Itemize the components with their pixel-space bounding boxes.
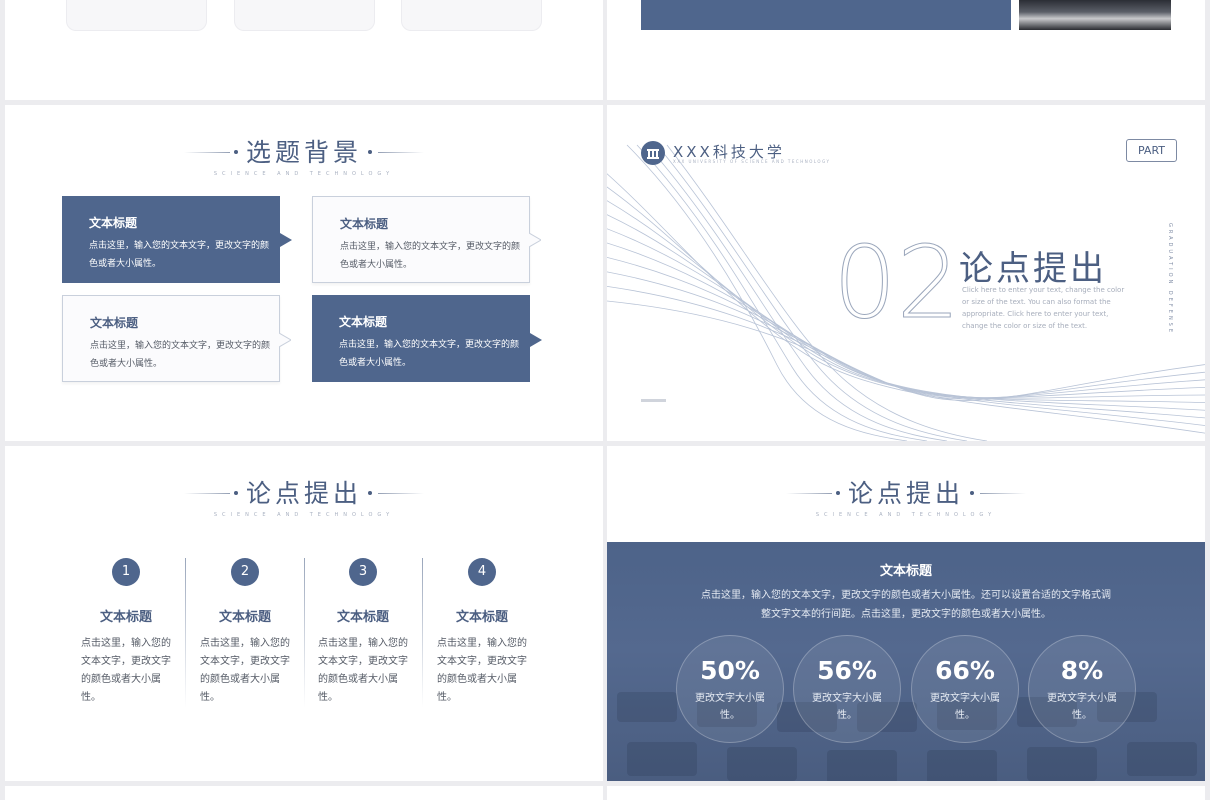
stat-label: 更改文字大小属性。 bbox=[1047, 693, 1117, 721]
stat-label: 更改文字大小属性。 bbox=[812, 693, 882, 721]
stat-percent: 8% bbox=[1060, 656, 1104, 685]
side-vertical-text: GRADUATION DEFENSE bbox=[1167, 223, 1173, 336]
stat-label: 更改文字大小属性。 bbox=[930, 693, 1000, 721]
pointer-arrow bbox=[279, 333, 291, 347]
number-badge: 4 bbox=[468, 558, 496, 586]
number-badge: 3 bbox=[349, 558, 377, 586]
column-body: 点击这里，输入您的文本文字，更改文字的颜色或者大小属性。 bbox=[437, 638, 527, 703]
box-title: 文本标题 bbox=[90, 316, 139, 330]
section-heading: 选题背景 SCIENCE AND TECHNOLOGY bbox=[5, 133, 603, 177]
section-subtitle: SCIENCE AND TECHNOLOGY bbox=[815, 512, 997, 518]
panel-description: 点击这里，输入您的文本文字，更改文字的颜色或者大小属性。还可以设置合适的文字格式… bbox=[701, 590, 1111, 620]
stat-percent: 50% bbox=[700, 656, 760, 685]
text-box-4: 文本标题 点击这里，输入您的文本文字，更改文字的颜色或者大小属性。 bbox=[312, 295, 530, 382]
number-badge: 1 bbox=[112, 558, 140, 586]
photo-stub bbox=[1019, 0, 1171, 30]
stat-circle-1: 50% 更改文字大小属性。 bbox=[676, 635, 784, 743]
box-body: 点击这里，输入您的文本文字，更改文字的颜色或者大小属性。 bbox=[89, 241, 270, 269]
stat-circle-3: 66% 更改文字大小属性。 bbox=[911, 635, 1019, 743]
text-box-3: 文本标题 点击这里，输入您的文本文字，更改文字的颜色或者大小属性。 bbox=[62, 295, 280, 382]
section-title: 论点提出 bbox=[847, 479, 964, 508]
part-number: 02 bbox=[832, 224, 961, 341]
section-subtitle: SCIENCE AND TECHNOLOGY bbox=[213, 512, 395, 518]
section-heading: 论点提出 SCIENCE AND TECHNOLOGY bbox=[607, 474, 1205, 518]
card-stub bbox=[234, 0, 375, 31]
box-body: 点击这里，输入您的文本文字，更改文字的颜色或者大小属性。 bbox=[339, 340, 520, 368]
part-label[interactable]: PART bbox=[1126, 139, 1177, 162]
stats-panel: 文本标题 点击这里，输入您的文本文字，更改文字的颜色或者大小属性。还可以设置合适… bbox=[607, 542, 1205, 781]
panel-title: 文本标题 bbox=[879, 564, 932, 579]
slide-partial-top-left[interactable] bbox=[5, 0, 603, 100]
blue-banner-stub bbox=[641, 0, 1011, 30]
stat-label: 更改文字大小属性。 bbox=[695, 693, 765, 721]
slide-points-stats[interactable]: 论点提出 SCIENCE AND TECHNOLOGY 文本标题 点击这里，输入… bbox=[607, 446, 1205, 781]
box-body: 点击这里，输入您的文本文字，更改文字的颜色或者大小属性。 bbox=[340, 242, 521, 270]
text-box-2: 文本标题 点击这里，输入您的文本文字，更改文字的颜色或者大小属性。 bbox=[312, 196, 530, 283]
stat-circle-4: 8% 更改文字大小属性。 bbox=[1028, 635, 1136, 743]
box-title: 文本标题 bbox=[339, 315, 388, 329]
point-column-4: 4 文本标题 点击这里，输入您的文本文字，更改文字的颜色或者大小属性。 bbox=[423, 558, 541, 707]
slide-partial-bottom-left[interactable] bbox=[5, 786, 603, 800]
column-title: 文本标题 bbox=[336, 610, 389, 625]
pointer-arrow bbox=[280, 233, 292, 247]
point-column-2: 2 文本标题 点击这里，输入您的文本文字，更改文字的颜色或者大小属性。 bbox=[186, 558, 304, 707]
column-title: 文本标题 bbox=[455, 610, 508, 625]
university-building-icon bbox=[641, 141, 665, 165]
school-subtitle: XXX UNIVERSITY OF SCIENCE AND TECHNOLOGY bbox=[673, 159, 831, 164]
slide-topic-background[interactable]: 选题背景 SCIENCE AND TECHNOLOGY 文本标题 点击这里，输入… bbox=[5, 105, 603, 441]
column-title: 文本标题 bbox=[218, 610, 271, 625]
column-title: 文本标题 bbox=[99, 610, 152, 625]
column-body: 点击这里，输入您的文本文字，更改文字的颜色或者大小属性。 bbox=[318, 638, 408, 703]
column-body: 点击这里，输入您的文本文字，更改文字的颜色或者大小属性。 bbox=[81, 638, 171, 703]
text-box-1: 文本标题 点击这里，输入您的文本文字，更改文字的颜色或者大小属性。 bbox=[62, 196, 280, 283]
pointer-arrow bbox=[530, 333, 542, 347]
page-dash bbox=[641, 399, 666, 402]
section-subtitle: SCIENCE AND TECHNOLOGY bbox=[213, 171, 395, 177]
slide-partial-top-right[interactable] bbox=[607, 0, 1205, 100]
part-title: 论点提出 bbox=[959, 249, 1107, 289]
stat-percent: 66% bbox=[935, 656, 995, 685]
slide-points-columns[interactable]: 论点提出 SCIENCE AND TECHNOLOGY 1 文本标题 点击这里，… bbox=[5, 446, 603, 781]
box-body: 点击这里，输入您的文本文字，更改文字的颜色或者大小属性。 bbox=[90, 341, 271, 369]
card-stub bbox=[66, 0, 207, 31]
box-title: 文本标题 bbox=[340, 217, 389, 231]
box-title: 文本标题 bbox=[89, 216, 138, 230]
section-title: 论点提出 bbox=[245, 479, 362, 508]
section-title: 选题背景 bbox=[245, 138, 362, 167]
part-description: Click here to enter your text, change th… bbox=[962, 286, 1125, 330]
slide-partial-bottom-right[interactable] bbox=[607, 786, 1205, 800]
slide-part-divider[interactable]: XXX科技大学 XXX UNIVERSITY OF SCIENCE AND TE… bbox=[607, 105, 1205, 441]
point-column-1: 1 文本标题 点击这里，输入您的文本文字，更改文字的颜色或者大小属性。 bbox=[67, 558, 185, 707]
stat-percent: 56% bbox=[817, 656, 877, 685]
pointer-arrow bbox=[529, 233, 541, 247]
card-stub bbox=[401, 0, 542, 31]
number-badge: 2 bbox=[231, 558, 259, 586]
section-heading: 论点提出 SCIENCE AND TECHNOLOGY bbox=[5, 474, 603, 518]
column-body: 点击这里，输入您的文本文字，更改文字的颜色或者大小属性。 bbox=[200, 638, 290, 703]
stat-circle-2: 56% 更改文字大小属性。 bbox=[793, 635, 901, 743]
point-column-3: 3 文本标题 点击这里，输入您的文本文字，更改文字的颜色或者大小属性。 bbox=[304, 558, 422, 707]
